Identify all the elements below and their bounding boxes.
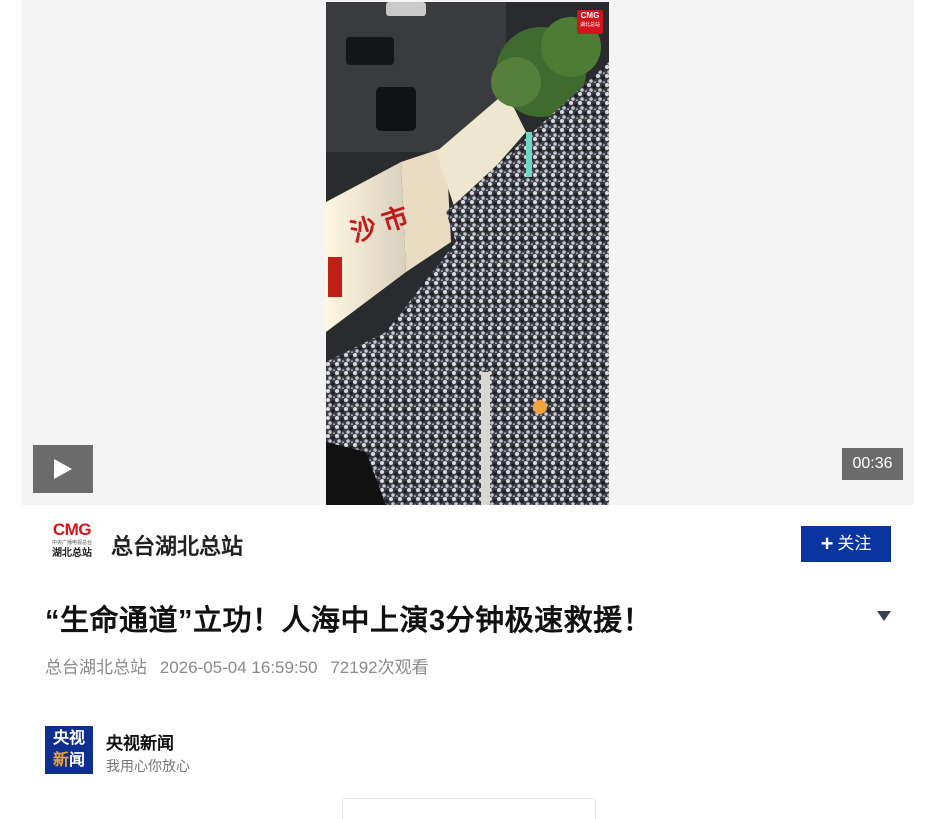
- author-logo-station: 湖北总站: [52, 548, 92, 559]
- watermark-sub: 湖北总站: [579, 22, 600, 28]
- meta-source[interactable]: 总台湖北总站: [45, 658, 147, 677]
- meta-timestamp: 2026-05-04 16:59:50: [159, 658, 318, 677]
- channel-name[interactable]: 央视新闻: [106, 729, 174, 754]
- watermark-brand: CMG: [580, 11, 600, 20]
- channel-logo-line2a: 新: [52, 752, 69, 769]
- channel-logo-line2b: 闻: [69, 752, 86, 769]
- author-logo-fullname: 中央广播电视总台: [51, 540, 92, 546]
- video-duration: 00:36: [842, 448, 903, 480]
- play-button[interactable]: [33, 445, 93, 493]
- video-frame[interactable]: 沙 市 CMG 湖北总站: [326, 2, 609, 505]
- follow-label: 关注: [837, 534, 872, 553]
- channel-logo-line1: 央视: [52, 730, 85, 747]
- chevron-down-icon[interactable]: [877, 611, 891, 621]
- channel-logo[interactable]: 央视 新闻: [45, 726, 93, 774]
- video-meta: 总台湖北总站 2026-05-04 16:59:50 72192次观看: [45, 653, 437, 678]
- author-name[interactable]: 总台湖北总站: [111, 529, 243, 561]
- play-icon: [54, 459, 72, 479]
- plus-icon: +: [820, 531, 834, 556]
- cmg-watermark: CMG 湖北总站: [577, 10, 603, 34]
- video-player[interactable]: 沙 市 CMG 湖北总站 00:36: [21, 0, 914, 505]
- video-title: “生命通道”立功！人海中上演3分钟极速救援！: [45, 605, 653, 637]
- meta-views: 72192次观看: [330, 658, 429, 677]
- author-avatar[interactable]: CMG 中央广播电视总台 湖北总站: [48, 521, 96, 565]
- next-card-edge[interactable]: [342, 798, 596, 819]
- author-logo-text: CMG: [52, 520, 92, 539]
- follow-button[interactable]: + 关注: [801, 526, 891, 562]
- video-thumbnail-image: 沙 市: [326, 2, 609, 505]
- channel-slogan: 我用心你放心: [106, 758, 190, 774]
